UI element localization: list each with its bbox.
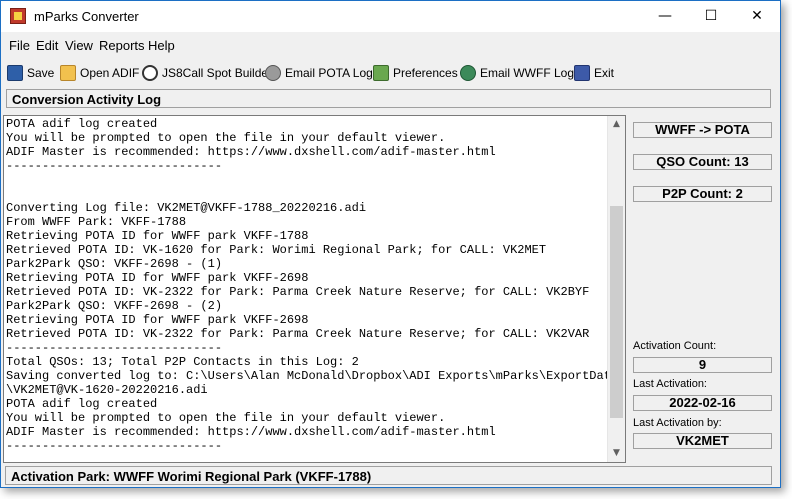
last-activation-value: 2022-02-16 <box>633 395 772 411</box>
open-adif-button[interactable]: Open ADIF <box>60 63 139 83</box>
log-section-header: Conversion Activity Log <box>6 89 771 108</box>
activation-count-value: 9 <box>633 357 772 373</box>
log-line: Total QSOs: 13; Total P2P Contacts in th… <box>6 355 359 369</box>
log-line: ------------------------------ <box>6 341 223 355</box>
qso-count-label: QSO Count: 13 <box>633 154 772 170</box>
js8call-label: JS8Call Spot Builder <box>162 66 273 80</box>
minimize-button[interactable]: — <box>642 1 688 32</box>
log-line: ------------------------------ <box>6 159 223 173</box>
activation-count-caption: Activation Count: <box>633 340 717 352</box>
js8call-icon <box>142 65 158 81</box>
log-line: POTA adif log created <box>6 397 158 411</box>
close-button[interactable]: ✕ <box>734 1 780 32</box>
scroll-up-icon[interactable]: ▲ <box>608 116 625 133</box>
log-text: POTA adif log created You will be prompte… <box>6 117 619 453</box>
app-window: mParks Converter — ☐ ✕ File Edit View Re… <box>0 0 781 488</box>
exit-button[interactable]: Exit <box>574 63 614 83</box>
gear-mail-icon <box>265 65 281 81</box>
folder-open-icon <box>60 65 76 81</box>
menu-view[interactable]: View <box>65 38 93 53</box>
email-pota-label: Email POTA Logs <box>285 66 379 80</box>
globe-mail-icon <box>460 65 476 81</box>
log-header-title: Conversion Activity Log <box>12 92 162 107</box>
open-adif-label: Open ADIF <box>80 66 140 80</box>
exit-label: Exit <box>594 66 615 80</box>
email-wwff-label: Email WWFF Logs <box>480 66 581 80</box>
conversion-log-textarea[interactable]: POTA adif log created You will be prompte… <box>3 115 626 463</box>
app-icon <box>10 8 26 24</box>
menu-file[interactable]: File <box>9 38 30 53</box>
maximize-button[interactable]: ☐ <box>688 1 734 32</box>
log-line: You will be prompted to open the file in… <box>6 411 446 425</box>
log-line: Retrieving POTA ID for WWFF park VKFF-26… <box>6 271 309 285</box>
window-title: mParks Converter <box>34 9 139 24</box>
email-wwff-logs-button[interactable]: Email WWFF Logs <box>460 63 580 83</box>
last-activation-by-caption: Last Activation by: <box>633 417 722 429</box>
email-pota-logs-button[interactable]: Email POTA Logs <box>265 63 379 83</box>
floppy-disk-icon <box>7 65 23 81</box>
save-label: Save <box>27 66 55 80</box>
log-line: Retrieved POTA ID: VK-2322 for Park: Par… <box>6 285 590 299</box>
log-line: \VK2MET@VK-1620-20220216.adi <box>6 383 208 397</box>
save-button[interactable]: Save <box>7 63 54 83</box>
preferences-icon <box>373 65 389 81</box>
status-bar: Activation Park: WWFF Worimi Regional Pa… <box>5 466 772 485</box>
log-line: Retrieved POTA ID: VK-1620 for Park: Wor… <box>6 243 547 257</box>
preferences-button[interactable]: Preferences <box>373 63 458 83</box>
log-line: Park2Park QSO: VKFF-2698 - (2) <box>6 299 223 313</box>
menu-bar: File Edit View Reports Help <box>1 34 780 56</box>
log-line: Converting Log file: VK2MET@VKFF-1788_20… <box>6 201 367 215</box>
menu-reports[interactable]: Reports <box>99 38 145 53</box>
scroll-down-icon[interactable]: ▼ <box>608 445 625 462</box>
log-line: Retrieved POTA ID: VK-2322 for Park: Par… <box>6 327 590 341</box>
log-line: From WWFF Park: VKFF-1788 <box>6 215 187 229</box>
log-line: POTA adif log created <box>6 117 158 131</box>
log-line: Retrieving POTA ID for WWFF park VKFF-26… <box>6 313 309 327</box>
menu-edit[interactable]: Edit <box>36 38 58 53</box>
conversion-mode-label: WWFF -> POTA <box>633 122 772 138</box>
last-activation-by-value: VK2MET <box>633 433 772 449</box>
preferences-label: Preferences <box>393 66 458 80</box>
menu-help[interactable]: Help <box>148 38 175 53</box>
title-bar[interactable]: mParks Converter — ☐ ✕ <box>1 1 780 32</box>
log-scrollbar[interactable]: ▲ ▼ <box>607 116 625 462</box>
log-line: You will be prompted to open the file in… <box>6 131 446 145</box>
log-line: ADIF Master is recommended: https://www.… <box>6 425 496 439</box>
scroll-thumb[interactable] <box>610 206 623 418</box>
log-line: Saving converted log to: C:\Users\Alan M… <box>6 369 619 383</box>
exit-door-icon <box>574 65 590 81</box>
toolbar: Save Open ADIF JS8Call Spot Builder Emai… <box>1 59 780 85</box>
js8call-spot-builder-button[interactable]: JS8Call Spot Builder <box>142 63 272 83</box>
last-activation-caption: Last Activation: <box>633 378 707 390</box>
log-line: Park2Park QSO: VKFF-2698 - (1) <box>6 257 223 271</box>
log-line: ADIF Master is recommended: https://www.… <box>6 145 496 159</box>
status-text: Activation Park: WWFF Worimi Regional Pa… <box>11 469 372 484</box>
p2p-count-label: P2P Count: 2 <box>633 186 772 202</box>
log-line: ------------------------------ <box>6 439 223 453</box>
log-line: Retrieving POTA ID for WWFF park VKFF-17… <box>6 229 309 243</box>
